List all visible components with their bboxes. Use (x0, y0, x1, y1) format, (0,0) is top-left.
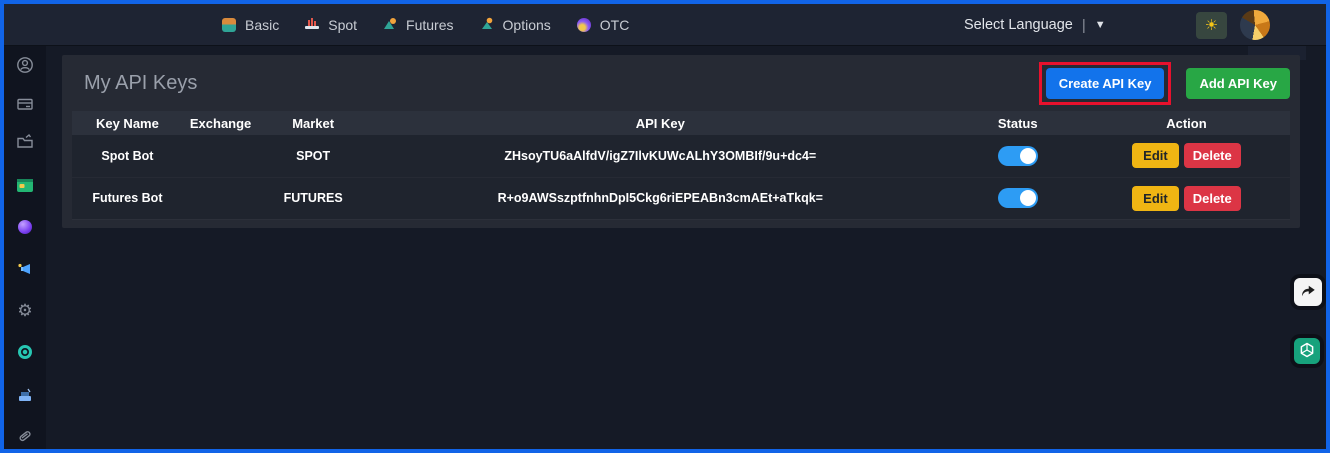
spot-icon (305, 16, 320, 35)
cell-key-name: Spot Bot (72, 135, 183, 177)
disc-icon (18, 345, 32, 359)
cell-api-key: R+o9AWSszptfnhnDpI5Ckg6riEPEABn3cmAEt+aT… (367, 177, 953, 219)
table-row: Spot Bot SPOT ZHsoyTU6aAlfdV/igZ7IlvKUWc… (72, 135, 1290, 177)
user-avatar[interactable] (1240, 10, 1270, 40)
folder-share-icon (16, 133, 34, 151)
sidebar-item-announcements[interactable] (4, 259, 46, 279)
main-nav: Basic Spot Futures Options OTC (222, 4, 629, 46)
col-header-api-key: API Key (367, 111, 953, 135)
add-api-key-button[interactable]: Add API Key (1186, 67, 1290, 99)
sun-icon: ☀ (1204, 17, 1219, 34)
sidebar-item-reports[interactable] (4, 384, 46, 404)
edit-button[interactable]: Edit (1132, 185, 1179, 211)
share-button[interactable] (1294, 278, 1322, 306)
sidebar-item-settings[interactable]: ⚙ (4, 300, 46, 320)
table-row: Futures Bot FUTURES R+o9AWSszptfnhnDpI5C… (72, 177, 1290, 219)
status-toggle[interactable] (997, 188, 1038, 208)
table-header-row: Key Name Exchange Market API Key Status … (72, 111, 1290, 135)
cell-status (952, 177, 1083, 219)
panel-actions: Create API Key Add API Key (1038, 61, 1290, 105)
sidebar-item-tokens[interactable] (4, 342, 46, 362)
futures-icon (383, 16, 397, 35)
top-navigation-bar: Basic Spot Futures Options OTC Select La… (4, 4, 1326, 46)
delete-button[interactable]: Delete (1183, 185, 1241, 211)
col-header-status: Status (952, 111, 1083, 135)
cell-status (952, 135, 1083, 177)
paperclip-icon (16, 427, 34, 445)
megaphone-icon (17, 262, 33, 276)
status-toggle[interactable] (997, 145, 1038, 166)
credit-card-icon (16, 95, 34, 113)
report-device-icon (17, 387, 33, 402)
nav-label: Basic (245, 17, 280, 33)
edit-button[interactable]: Edit (1132, 143, 1179, 169)
language-label: Select Language (964, 17, 1073, 33)
api-keys-panel: My API Keys Create API Key Add API Key K… (62, 55, 1300, 228)
nav-label: Spot (328, 17, 358, 33)
nav-item-options[interactable]: Options (480, 16, 551, 35)
share-arrow-icon (1299, 282, 1317, 303)
user-circle-icon (16, 56, 34, 74)
panel-header: My API Keys Create API Key Add API Key (62, 55, 1300, 111)
sphere-icon (18, 220, 32, 234)
nav-item-basic[interactable]: Basic (222, 17, 279, 33)
create-api-key-button[interactable]: Create API Key (1045, 67, 1165, 99)
nav-item-spot[interactable]: Spot (305, 16, 357, 35)
col-header-exchange: Exchange (182, 111, 259, 135)
language-selector[interactable]: Select Language | ▼ (964, 4, 1106, 46)
otc-icon (576, 18, 591, 32)
nav-label: OTC (599, 17, 630, 33)
chevron-down-icon: ▼ (1094, 19, 1106, 31)
sidebar-item-attachments[interactable] (4, 426, 46, 446)
sidebar-item-markets[interactable] (4, 217, 46, 237)
cell-key-name: Futures Bot (72, 177, 183, 219)
sidebar-item-wallet[interactable] (4, 175, 46, 195)
left-sidebar: ⚙ (4, 46, 46, 449)
cell-market: SPOT (258, 135, 368, 177)
api-keys-table: Key Name Exchange Market API Key Status … (72, 111, 1290, 220)
col-header-key-name: Key Name (72, 111, 183, 135)
basic-icon (222, 18, 236, 32)
col-header-market: Market (258, 111, 368, 135)
options-icon (480, 16, 494, 35)
cell-market: FUTURES (258, 177, 368, 219)
col-header-action: Action (1082, 111, 1290, 135)
cell-api-key: ZHsoyTU6aAlfdV/igZ7IlvKUWcALhY3OMBIf/9u+… (367, 135, 953, 177)
sidebar-item-profile[interactable] (4, 55, 46, 75)
cell-exchange (182, 135, 259, 177)
chatgpt-icon (1299, 342, 1315, 361)
nav-item-futures[interactable]: Futures (383, 16, 454, 35)
language-separator: | (1081, 16, 1086, 34)
cell-action: Edit Delete (1082, 135, 1290, 177)
nav-label: Options (502, 17, 551, 33)
assistant-button[interactable] (1294, 338, 1320, 364)
theme-toggle-button[interactable]: ☀ (1196, 12, 1227, 39)
page-title: My API Keys (84, 71, 198, 94)
delete-button[interactable]: Delete (1183, 143, 1241, 169)
gear-icon: ⚙ (17, 300, 33, 320)
wallet-icon (17, 178, 33, 192)
cell-exchange (182, 177, 259, 219)
nav-item-otc[interactable]: OTC (576, 17, 630, 33)
sidebar-item-export[interactable] (4, 132, 46, 152)
cell-action: Edit Delete (1082, 177, 1290, 219)
sidebar-item-cards[interactable] (4, 94, 46, 114)
app-window: Basic Spot Futures Options OTC Select La… (0, 0, 1330, 453)
nav-label: Futures (406, 17, 454, 33)
